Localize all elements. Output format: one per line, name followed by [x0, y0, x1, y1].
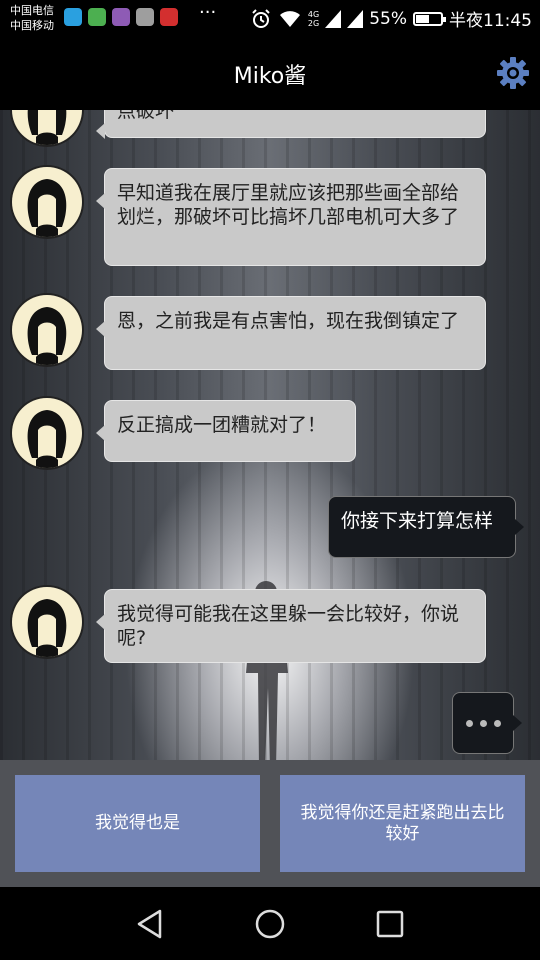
signal-icon: [325, 9, 342, 28]
avatar: [12, 167, 82, 237]
user-message-bubble: 你接下来打算怎样: [328, 496, 524, 558]
carrier-1: 中国电信: [10, 4, 54, 17]
home-circle-icon[interactable]: [253, 907, 287, 941]
battery-fill: [416, 14, 430, 23]
carrier-info: 中国电信 中国移动: [10, 3, 54, 33]
message-text: 我觉得可能我在这里躲一会比较好，你说呢?: [117, 603, 460, 649]
choice-label: 我觉得也是: [95, 813, 180, 833]
girl-portrait-icon: [27, 410, 67, 468]
message-bubble: 反正搞成一团糟就对了！: [96, 400, 356, 462]
message-bubble: 点破坏: [96, 110, 486, 139]
navigation-bar: [0, 887, 540, 960]
alarm-icon: [252, 8, 270, 28]
reply-choices: 我觉得也是 我觉得你还是赶紧跑出去比较好: [0, 760, 540, 887]
avatar: [12, 587, 82, 657]
status-right: 4G 2G 55% 半夜11:45: [250, 6, 532, 31]
message-text: 点破坏: [117, 110, 175, 122]
page-title: Miko酱: [233, 64, 307, 89]
avatar: [12, 110, 82, 145]
reply-choice-button[interactable]: 我觉得你还是赶紧跑出去比较好: [280, 775, 525, 872]
message-bubble: 我觉得可能我在这里躲一会比较好，你说呢?: [96, 589, 486, 663]
more-notifications: ···: [199, 2, 217, 23]
chat-app-icon: [64, 8, 82, 26]
message-text: 你接下来打算怎样: [341, 510, 494, 532]
chat-area[interactable]: 点破坏 早知道我在展厅里就应该把那些画全部给划烂，那破坏可比搞坏几部电机可大多了…: [0, 110, 540, 760]
typing-indicator: [452, 692, 522, 754]
reply-choice-button[interactable]: 我觉得也是: [15, 775, 260, 872]
status-bar: 中国电信 中国移动 ··· 4G 2G 55% 半夜11:45: [0, 0, 540, 38]
choice-label: 我觉得你还是赶紧跑出去比较好: [300, 802, 505, 844]
huawei-app-icon: [160, 8, 178, 26]
message-text: 早知道我在展厅里就应该把那些画全部给划烂，那破坏可比搞坏几部电机可大多了: [117, 182, 460, 228]
typing-dot: [479, 719, 487, 727]
message-bubble: 早知道我在展厅里就应该把那些画全部给划烂，那破坏可比搞坏几部电机可大多了: [96, 168, 486, 266]
network-type: 4G 2G: [307, 9, 320, 28]
girl-portrait-icon: [27, 110, 67, 145]
typing-dot: [465, 719, 473, 727]
battery-icon: [413, 11, 446, 26]
back-triangle-icon[interactable]: [133, 907, 167, 941]
message-text: 反正搞成一团糟就对了！: [117, 414, 327, 436]
font-app-icon: [136, 8, 154, 26]
girl-portrait-icon: [27, 179, 67, 237]
message-bubble: 恩，之前我是有点害怕，现在我倒镇定了: [96, 296, 486, 370]
notification-icons: [64, 8, 178, 26]
girl-portrait-icon: [27, 307, 67, 365]
girl-portrait-icon: [27, 599, 67, 657]
home-app-icon: [88, 8, 106, 26]
gallery-app-icon: [112, 8, 130, 26]
clock: 半夜11:45: [449, 11, 532, 31]
carrier-2: 中国移动: [10, 19, 54, 32]
signal-icon-2: [347, 9, 364, 28]
message-text: 恩，之前我是有点害怕，现在我倒镇定了: [117, 310, 460, 332]
wifi-icon: [279, 10, 300, 27]
typing-dot: [493, 719, 501, 727]
avatar: [12, 295, 82, 365]
recent-square-icon[interactable]: [373, 907, 407, 941]
app-header: Miko酱: [0, 38, 540, 110]
battery-percent: 55%: [369, 8, 407, 29]
gear-icon[interactable]: [496, 56, 530, 90]
avatar: [12, 398, 82, 468]
